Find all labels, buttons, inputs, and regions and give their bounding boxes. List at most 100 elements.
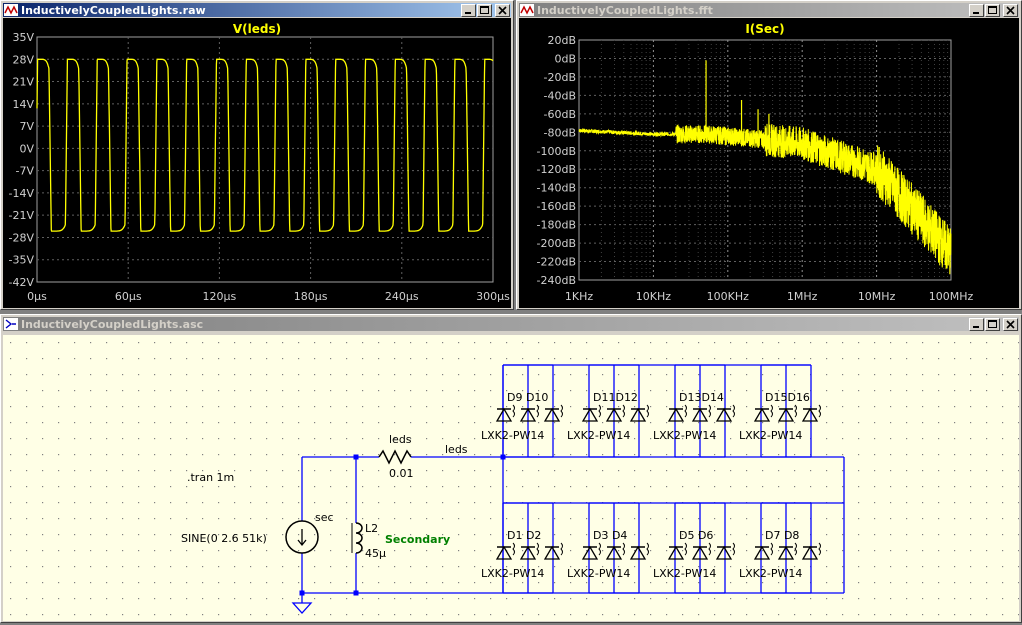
chart-trace-label[interactable]: I(Sec)	[745, 22, 784, 36]
close-icon	[498, 5, 507, 15]
x-tick-label: 180µs	[294, 290, 328, 303]
maximize-icon	[988, 5, 997, 14]
y-tick-label: -42V	[9, 276, 35, 289]
x-tick-label: 10MHz	[858, 290, 896, 303]
y-tick-label: 0V	[19, 142, 34, 155]
x-tick-label: 100MHz	[929, 290, 974, 303]
waveform-icon	[520, 4, 534, 16]
minimize-button[interactable]	[969, 3, 984, 17]
resistor-value[interactable]: 0.01	[389, 467, 414, 480]
inductor-value[interactable]: 45µ	[365, 547, 386, 560]
fft-plot-pane[interactable]: I(Sec) 20dB 0dB -20dB -40dB -60dB -80dB -100dB…	[519, 18, 1019, 308]
source-value[interactable]: SINE(0 2.6 51k)	[181, 532, 267, 545]
y-tick-label: -60dB	[544, 108, 577, 121]
x-tick-label: 60µs	[115, 290, 142, 303]
y-tick-label: -100dB	[537, 145, 577, 158]
y-tick-label: 35V	[12, 31, 34, 44]
inductor-name[interactable]: L2	[365, 522, 378, 535]
fft-window-title: InductivelyCoupledLights.fft	[537, 3, 713, 17]
y-tick-label: -180dB	[537, 219, 577, 232]
diode-part[interactable]: LXK2-PW14	[653, 567, 716, 580]
y-tick-label: 0dB	[554, 52, 576, 65]
diode-names[interactable]: D13D14	[679, 391, 724, 404]
diode-part[interactable]: LXK2-PW14	[567, 567, 630, 580]
voltage-trace[interactable]	[36, 58, 494, 232]
raw-window-title: InductivelyCoupledLights.raw	[21, 3, 206, 17]
schematic-canvas[interactable]: sec SINE(0 2.6 51k) .tran 1m L2 45µ Seco…	[3, 335, 1019, 621]
close-icon	[1006, 319, 1015, 329]
close-button[interactable]	[495, 3, 510, 17]
close-button[interactable]	[1003, 3, 1018, 17]
y-tick-label: 21V	[12, 76, 34, 89]
y-tick-label: -240dB	[537, 274, 577, 287]
schematic-icon	[4, 318, 18, 330]
maximize-button[interactable]	[985, 317, 1000, 331]
diode-part[interactable]: LXK2-PW14	[739, 429, 802, 442]
close-button[interactable]	[1003, 317, 1018, 331]
x-tick-label: 1MHz	[787, 290, 818, 303]
diode-names[interactable]: D15D16	[765, 391, 810, 404]
inductor-comment[interactable]: Secondary	[385, 533, 450, 546]
diode-names[interactable]: D7 D8	[765, 529, 799, 542]
fft-window-titlebar[interactable]: InductivelyCoupledLights.fft	[519, 3, 1019, 17]
diode-names[interactable]: D3 D4	[593, 529, 627, 542]
y-tick-label: -14V	[9, 187, 35, 200]
source-name[interactable]: sec	[315, 511, 334, 524]
plot-frame	[578, 39, 952, 281]
spectrum-trace[interactable]	[578, 123, 952, 275]
diode-part[interactable]: LXK2-PW14	[481, 429, 544, 442]
minimize-icon	[973, 325, 979, 328]
diode-part[interactable]: LXK2-PW14	[653, 429, 716, 442]
diode-part[interactable]: LXK2-PW14	[567, 429, 630, 442]
junction-dot	[299, 590, 305, 596]
raw-window-titlebar[interactable]: InductivelyCoupledLights.raw	[3, 3, 511, 17]
diode-names[interactable]: D9 D10	[507, 391, 548, 404]
y-tick-label: -35V	[9, 254, 35, 267]
y-tick-label: -20dB	[544, 71, 577, 84]
y-tick-label: 20dB	[547, 34, 576, 47]
x-tick-label: 1KHz	[565, 290, 593, 303]
x-tick-label: 10KHz	[636, 290, 671, 303]
maximize-button[interactable]	[477, 3, 492, 17]
fft-window[interactable]: InductivelyCoupledLights.fft I(Sec) 20dB…	[516, 0, 1022, 310]
diode-names[interactable]: D1 D2	[507, 529, 541, 542]
minimize-button[interactable]	[461, 3, 476, 17]
tran-directive[interactable]: .tran 1m	[187, 471, 234, 484]
y-tick-label: -120dB	[537, 163, 577, 176]
y-tick-label: 14V	[12, 98, 34, 111]
minimize-icon	[973, 11, 979, 14]
schematic-window-title: InductivelyCoupledLights.asc	[21, 317, 204, 331]
y-tick-label: -28V	[9, 231, 35, 244]
fft-spectrum-chart[interactable]: I(Sec) 20dB 0dB -20dB -40dB -60dB -80dB -100dB…	[519, 18, 1019, 308]
diode-part[interactable]: LXK2-PW14	[481, 567, 544, 580]
raw-plot-pane[interactable]: V(leds) 35V 28V 21V 14V 7V 0V -7V -14V -21V -28V -…	[3, 18, 511, 308]
raw-waveform-window[interactable]: InductivelyCoupledLights.raw V(leds) 35V…	[0, 0, 514, 310]
maximize-button[interactable]	[985, 3, 1000, 17]
x-tick-label: 120µs	[203, 290, 237, 303]
resistor-name[interactable]: leds	[389, 433, 412, 446]
maximize-icon	[480, 5, 489, 14]
y-tick-label: 7V	[19, 120, 34, 133]
y-tick-label: -21V	[9, 209, 35, 222]
chart-trace-label[interactable]: V(leds)	[233, 22, 281, 36]
voltage-waveform-chart[interactable]: V(leds) 35V 28V 21V 14V 7V 0V -7V -14V -21V -28V -…	[3, 18, 511, 308]
minimize-button[interactable]	[969, 317, 984, 331]
y-tick-label: -160dB	[537, 200, 577, 213]
diode-names[interactable]: D5 D6	[679, 529, 713, 542]
x-tick-label: 300µs	[476, 290, 510, 303]
diode-names[interactable]: D11D12	[593, 391, 638, 404]
schematic-drawing[interactable]: sec SINE(0 2.6 51k) .tran 1m L2 45µ Seco…	[3, 335, 1019, 621]
y-tick-label: -80dB	[544, 126, 577, 139]
schematic-window-titlebar[interactable]: InductivelyCoupledLights.asc	[3, 317, 1019, 331]
net-label[interactable]: leds	[445, 443, 468, 456]
schematic-window[interactable]: InductivelyCoupledLights.asc sec SINE(0 …	[0, 314, 1022, 623]
y-tick-label: -7V	[16, 165, 35, 178]
close-icon	[1006, 5, 1015, 15]
y-tick-label: -140dB	[537, 182, 577, 195]
maximize-icon	[988, 319, 997, 328]
minimize-icon	[465, 11, 471, 14]
waveform-icon	[4, 4, 18, 16]
y-tick-label: -40dB	[544, 89, 577, 102]
y-tick-label: -200dB	[537, 237, 577, 250]
diode-part[interactable]: LXK2-PW14	[739, 567, 802, 580]
